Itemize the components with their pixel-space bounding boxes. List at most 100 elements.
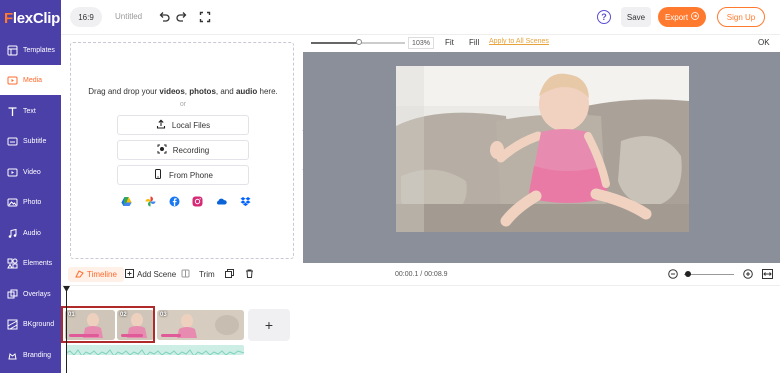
- add-scene-icon: [125, 269, 134, 280]
- facebook-icon[interactable]: [169, 196, 180, 207]
- photo-icon: [7, 197, 18, 208]
- recording-button[interactable]: Recording: [117, 140, 249, 160]
- sidebar-item-photo[interactable]: Photo: [0, 187, 61, 217]
- add-scene-button[interactable]: Add Scene: [125, 269, 176, 280]
- timeline-track-area[interactable]: 01 02 03 +: [61, 285, 780, 373]
- trim-icon: [181, 269, 190, 280]
- video-still-baby-on-sofa: [396, 66, 689, 232]
- zoom-slider[interactable]: [311, 39, 405, 45]
- scene-clip-03[interactable]: 03: [157, 310, 244, 340]
- instagram-icon[interactable]: [192, 196, 203, 207]
- timeline-icon: [75, 269, 84, 280]
- fit-button[interactable]: Fit: [445, 38, 454, 47]
- trim-label: Trim: [199, 270, 215, 279]
- apply-to-all-scenes-link[interactable]: Apply to All Scenes: [489, 38, 549, 45]
- fill-button[interactable]: Fill: [469, 38, 479, 47]
- overlays-icon: [7, 289, 18, 300]
- video-icon: [7, 167, 18, 178]
- cloud-source-icons: [121, 196, 251, 208]
- logo-prefix: F: [4, 9, 13, 27]
- help-icon[interactable]: ?: [597, 10, 611, 24]
- audio-waveform: [66, 349, 244, 355]
- drop-text-videos: videos: [159, 87, 185, 96]
- sidebar-item-elements[interactable]: Elements: [0, 248, 61, 278]
- fit-timeline-icon[interactable]: [762, 269, 773, 279]
- zoom-slider-handle[interactable]: [356, 39, 362, 45]
- timeline-zoom-track[interactable]: [684, 274, 734, 275]
- audio-track[interactable]: [66, 345, 244, 355]
- sidebar-item-label: Video: [23, 168, 41, 176]
- sidebar-item-video[interactable]: Video: [0, 157, 61, 187]
- sidebar-item-templates[interactable]: Templates: [0, 35, 61, 65]
- sign-up-button[interactable]: Sign Up: [717, 7, 765, 27]
- delete-icon[interactable]: [245, 269, 254, 278]
- redo-icon[interactable]: [175, 10, 189, 24]
- drop-text-and: , and: [215, 87, 234, 96]
- sidebar-item-text[interactable]: Text: [0, 96, 61, 126]
- preview-canvas[interactable]: [303, 52, 780, 263]
- add-clip-button[interactable]: +: [248, 309, 290, 341]
- drop-text-comma: ,: [184, 87, 187, 96]
- drop-text-audio: audio: [235, 87, 258, 96]
- sidebar-item-overlays[interactable]: Overlays: [0, 279, 61, 309]
- drop-text-suffix: here.: [259, 87, 278, 96]
- sidebar-item-label: Subtitle: [23, 137, 47, 145]
- zoom-in-icon[interactable]: [743, 269, 753, 279]
- local-files-button[interactable]: Local Files: [117, 115, 249, 135]
- local-files-label: Local Files: [171, 120, 211, 130]
- phone-icon: [153, 169, 163, 181]
- sidebar-item-branding[interactable]: Branding: [0, 340, 61, 370]
- trim-button[interactable]: Trim: [181, 269, 215, 280]
- dropbox-icon[interactable]: [240, 196, 251, 207]
- selected-clips-highlight: [61, 306, 155, 343]
- media-upload-panel[interactable]: Drag and drop your videos, photos, and a…: [70, 42, 294, 259]
- aspect-ratio-button[interactable]: 16:9: [70, 7, 102, 27]
- tab-timeline[interactable]: Timeline: [68, 267, 124, 282]
- google-photos-icon[interactable]: [145, 196, 156, 207]
- flexclip-logo[interactable]: FlexClip: [4, 8, 60, 28]
- zoom-slider-fill: [311, 42, 359, 44]
- text-icon: [7, 106, 18, 117]
- drop-text-prefix: Drag and drop your: [88, 87, 158, 96]
- background-icon: [7, 319, 18, 330]
- sidebar-item-background[interactable]: BKground: [0, 309, 61, 339]
- playhead-handle[interactable]: [63, 286, 70, 292]
- sidebar-item-label: Photo: [23, 198, 42, 206]
- upload-icon: [156, 119, 166, 131]
- recording-label: Recording: [172, 145, 210, 155]
- flexclip-editor: FlexClip Templates Media Text Subtitle V…: [0, 0, 780, 373]
- sidebar-item-media[interactable]: Media: [0, 65, 61, 95]
- google-drive-icon[interactable]: [121, 196, 132, 207]
- onedrive-icon[interactable]: [216, 196, 227, 207]
- sidebar-item-label: Branding: [23, 351, 52, 359]
- zoom-out-icon[interactable]: [668, 269, 678, 279]
- sidebar-item-label: Audio: [23, 229, 41, 237]
- logo-text: lexClip: [12, 9, 60, 27]
- sidebar-item-label: Media: [23, 76, 43, 84]
- sidebar-item-label: Text: [23, 107, 36, 115]
- video-frame[interactable]: [396, 66, 689, 232]
- save-button[interactable]: Save: [621, 7, 651, 27]
- drop-instructions: Drag and drop your videos, photos, and a…: [71, 87, 295, 96]
- timeline-toolbar: Timeline Add Scene Trim 00:00.1 / 00:08.…: [61, 263, 780, 285]
- timeline-zoom-handle[interactable]: [685, 271, 691, 277]
- playhead[interactable]: [66, 286, 67, 373]
- clip-number: 03: [160, 312, 167, 318]
- undo-icon[interactable]: [157, 10, 171, 24]
- tab-timeline-label: Timeline: [87, 270, 117, 279]
- time-readout: 00:00.1 / 00:08.9: [395, 271, 448, 278]
- export-label: Export: [664, 12, 689, 22]
- duplicate-icon[interactable]: [225, 269, 234, 278]
- branding-icon: [7, 350, 18, 361]
- export-button[interactable]: Export: [658, 7, 706, 27]
- sidebar-item-subtitle[interactable]: Subtitle: [0, 126, 61, 156]
- fullscreen-icon[interactable]: [198, 10, 212, 24]
- ok-button[interactable]: OK: [758, 38, 770, 47]
- project-title[interactable]: Untitled: [115, 12, 142, 21]
- sidebar-item-label: Overlays: [23, 290, 51, 298]
- from-phone-label: From Phone: [168, 170, 214, 180]
- media-icon: [7, 75, 18, 86]
- sidebar-item-audio[interactable]: Audio: [0, 218, 61, 248]
- from-phone-button[interactable]: From Phone: [117, 165, 249, 185]
- zoom-value[interactable]: 103%: [408, 37, 434, 49]
